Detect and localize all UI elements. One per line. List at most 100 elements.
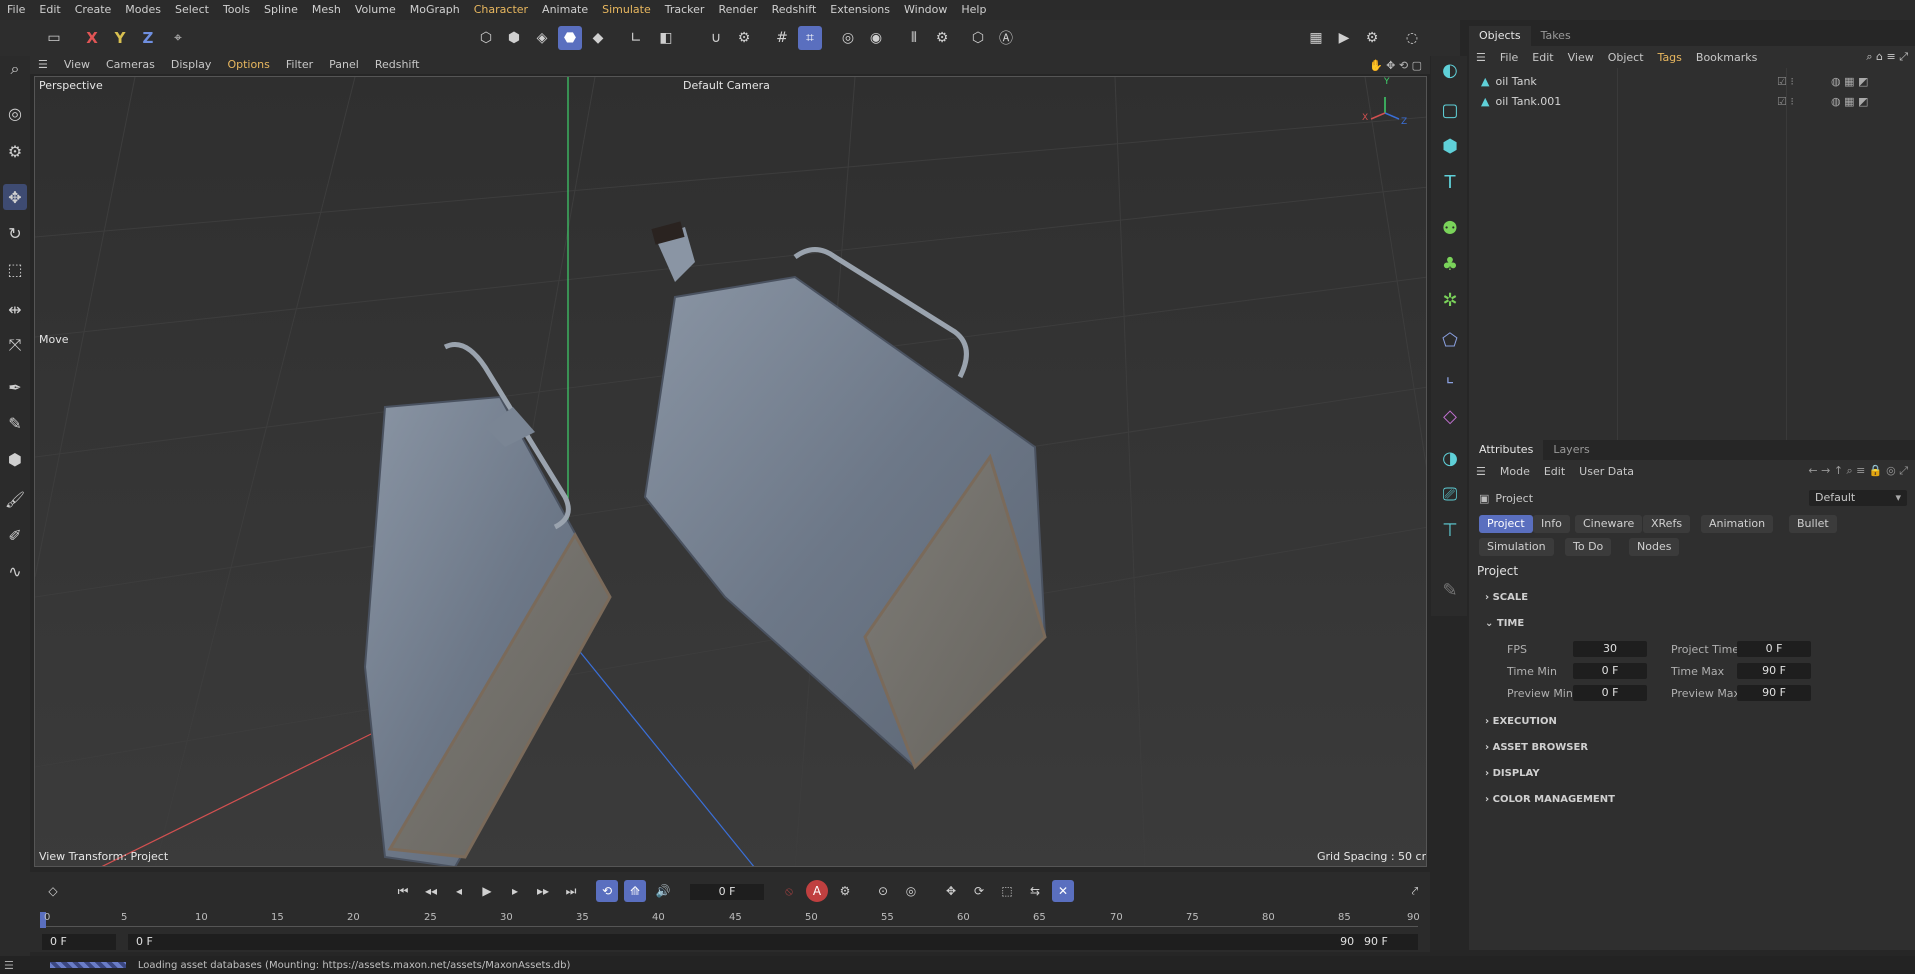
- section-execution[interactable]: › EXECUTION: [1485, 716, 1557, 727]
- preset-select[interactable]: Default ▾: [1809, 490, 1907, 506]
- knife-icon[interactable]: ✐: [3, 522, 27, 548]
- tab-cineware[interactable]: Cineware: [1575, 515, 1643, 533]
- move-tool-icon[interactable]: ✥: [3, 184, 27, 210]
- time-min-field[interactable]: 0 F: [1573, 663, 1647, 679]
- camera-label[interactable]: Default Camera: [683, 79, 770, 92]
- preview-min-field[interactable]: 0 F: [1573, 685, 1647, 701]
- text-object-icon[interactable]: T: [1437, 168, 1463, 196]
- viewport-menu-panel[interactable]: Panel: [321, 56, 367, 74]
- tab-animation[interactable]: Animation: [1701, 515, 1774, 533]
- workplane-icon[interactable]: ⌗: [798, 26, 822, 50]
- grid-icon[interactable]: #: [770, 26, 794, 50]
- key-scale-icon[interactable]: ⬚: [996, 880, 1018, 902]
- attributes-menu-edit[interactable]: Edit: [1537, 465, 1572, 478]
- timeline-ruler[interactable]: 0 5 10 15 20 25 30 35 40 45 50 55 60 65 …: [40, 912, 1420, 928]
- auto-icon[interactable]: Ⓐ: [994, 26, 1018, 50]
- tab-objects[interactable]: Objects: [1469, 26, 1531, 46]
- objects-menu-bookmarks[interactable]: Bookmarks: [1689, 51, 1764, 64]
- menu-spline[interactable]: Spline: [257, 0, 305, 20]
- coordinate-system-icon[interactable]: ⌖: [166, 26, 190, 50]
- viewport-menu-view[interactable]: View: [56, 56, 98, 74]
- xray-icon[interactable]: ⬡: [966, 26, 990, 50]
- menu-edit[interactable]: Edit: [32, 0, 67, 20]
- effector-icon[interactable]: ✲: [1437, 286, 1463, 314]
- tab-nodes[interactable]: Nodes: [1629, 538, 1680, 556]
- tab-attributes[interactable]: Attributes: [1469, 440, 1544, 460]
- preview-range-bar[interactable]: 0 F 90 F: [128, 934, 1372, 950]
- objects-menu-view[interactable]: View: [1561, 51, 1601, 64]
- brush-icon[interactable]: 🖌: [3, 486, 27, 512]
- snap-settings-icon[interactable]: ⚙: [732, 26, 756, 50]
- tab-bullet[interactable]: Bullet: [1789, 515, 1837, 533]
- timeline-window-icon[interactable]: ⤤: [1404, 880, 1426, 902]
- tab-xrefs[interactable]: XRefs: [1643, 515, 1691, 533]
- tab-info[interactable]: Info: [1533, 515, 1570, 533]
- menu-character[interactable]: Character: [467, 0, 535, 20]
- scale-tool-icon[interactable]: ⬚: [3, 256, 27, 282]
- solo-icon[interactable]: ◎: [836, 26, 860, 50]
- layout-icon[interactable]: ▭: [42, 26, 66, 50]
- viewport-nav-icons[interactable]: ✋ ✥ ⟲ ▢: [1369, 59, 1430, 72]
- polygons-mode-icon[interactable]: ⬣: [558, 26, 582, 50]
- sketch-icon[interactable]: ✎: [1437, 576, 1463, 604]
- tab-project[interactable]: Project: [1479, 515, 1533, 533]
- light-object-icon[interactable]: ⊤: [1437, 516, 1463, 544]
- attributes-nav-icons[interactable]: ← → ↑ ⌕ ≡ 🔒 ◎ ⤢: [1801, 464, 1915, 478]
- menu-file[interactable]: File: [0, 0, 32, 20]
- current-frame-field[interactable]: 0 F: [690, 884, 764, 900]
- menu-tracker[interactable]: Tracker: [658, 0, 712, 20]
- objects-menu-object[interactable]: Object: [1601, 51, 1651, 64]
- plane-object-icon[interactable]: ▢: [1437, 96, 1463, 124]
- snap-tool-icon[interactable]: ⤧: [3, 332, 27, 358]
- spline-draw-icon[interactable]: ✎: [3, 410, 27, 436]
- render-picture-viewer-icon[interactable]: ▶: [1332, 26, 1356, 50]
- section-display[interactable]: › DISPLAY: [1485, 768, 1540, 779]
- symmetry-icon[interactable]: ⫴: [902, 26, 926, 50]
- objects-hamburger-icon[interactable]: ☰: [1469, 51, 1493, 64]
- record-icon[interactable]: ⦸: [778, 880, 800, 902]
- menu-animate[interactable]: Animate: [535, 0, 595, 20]
- tab-layers[interactable]: Layers: [1543, 440, 1599, 460]
- key-position-icon[interactable]: ✥: [940, 880, 962, 902]
- symmetry-settings-icon[interactable]: ⚙: [930, 26, 954, 50]
- objects-menu-edit[interactable]: Edit: [1525, 51, 1560, 64]
- key-lock-icon[interactable]: ⊙: [872, 880, 894, 902]
- objects-menu-tags[interactable]: Tags: [1651, 51, 1689, 64]
- menu-simulate[interactable]: Simulate: [595, 0, 658, 20]
- render-view-icon[interactable]: ▦: [1304, 26, 1328, 50]
- bend-deformer-icon[interactable]: ⌞: [1437, 362, 1463, 390]
- select-tool-icon[interactable]: ◎: [3, 100, 27, 126]
- menu-select[interactable]: Select: [168, 0, 216, 20]
- preview-range-icon[interactable]: ⟰: [624, 880, 646, 902]
- attributes-hamburger-icon[interactable]: ☰: [1469, 465, 1493, 478]
- tweak-tool-icon[interactable]: ⚙: [3, 138, 27, 164]
- viewport-menu-filter[interactable]: Filter: [278, 56, 321, 74]
- viewport-solo-icon[interactable]: ◉: [864, 26, 888, 50]
- objects-menu-file[interactable]: File: [1493, 51, 1525, 64]
- fps-field[interactable]: 30: [1573, 641, 1647, 657]
- axis-z-lock[interactable]: Z: [136, 26, 160, 50]
- menu-mograph[interactable]: MoGraph: [403, 0, 467, 20]
- objects-search-icon[interactable]: ⌕ ⌂ ≡ ⤢: [1859, 50, 1915, 64]
- menu-tools[interactable]: Tools: [216, 0, 257, 20]
- menu-volume[interactable]: Volume: [348, 0, 403, 20]
- section-time[interactable]: ⌄ TIME: [1485, 618, 1524, 629]
- go-to-end-icon[interactable]: ⏭: [560, 880, 582, 902]
- cube-object-icon[interactable]: ⬢: [1437, 132, 1463, 160]
- environment-icon[interactable]: ◑: [1437, 444, 1463, 472]
- render-settings-icon[interactable]: ⚙: [1360, 26, 1384, 50]
- edges-mode-icon[interactable]: ◈: [530, 26, 554, 50]
- menu-create[interactable]: Create: [68, 0, 119, 20]
- time-max-field[interactable]: 90 F: [1737, 663, 1811, 679]
- rotate-tool-icon[interactable]: ↻: [3, 220, 27, 246]
- sound-icon[interactable]: 🔊: [652, 880, 674, 902]
- end-frame-field[interactable]: 90 F: [1356, 934, 1418, 950]
- tab-to-do[interactable]: To Do: [1565, 538, 1612, 556]
- snap-icon[interactable]: ∪: [704, 26, 728, 50]
- next-key-icon[interactable]: ▸▸: [532, 880, 554, 902]
- list-item[interactable]: ▲ oil Tank.001 ☑ ⁝ ◍ ▦ ◩: [1481, 92, 1901, 110]
- material-tags-icon[interactable]: ◍ ▦ ◩: [1831, 75, 1868, 88]
- key-settings-icon[interactable]: ⚙: [834, 880, 856, 902]
- spline-pen-icon[interactable]: ✒: [3, 374, 27, 400]
- selection-object-icon[interactable]: ◐: [1437, 56, 1463, 84]
